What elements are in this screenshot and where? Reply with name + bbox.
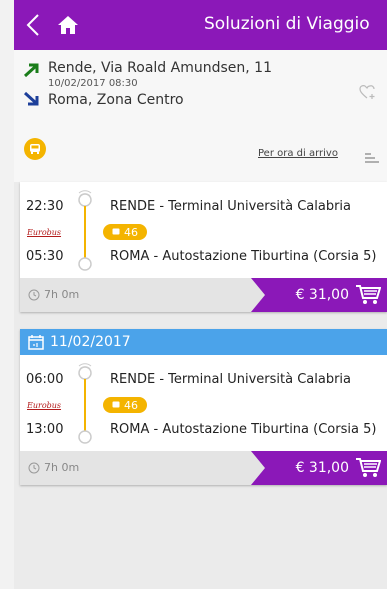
buy-button[interactable]: € 31,00 xyxy=(251,451,387,485)
duration: 7h 0m xyxy=(28,461,79,474)
clock-icon xyxy=(28,462,40,473)
sort-by-arrival-link[interactable]: Per ora di arrivo xyxy=(258,148,338,159)
bus-icon xyxy=(112,228,120,235)
trip-footer: 7h 0m € 31,00 xyxy=(20,451,387,485)
buy-button[interactable]: € 31,00 xyxy=(251,278,387,312)
back-button[interactable] xyxy=(18,0,48,50)
arrival-time: 05:30 xyxy=(26,249,64,264)
trip-segment: 22:30 RENDE - Terminal Università Calabr… xyxy=(20,182,387,278)
bus-filter-button[interactable] xyxy=(24,138,46,160)
favorite-add-icon[interactable] xyxy=(359,84,377,104)
destination-arrow-icon xyxy=(22,89,48,109)
departure-time: 06:00 xyxy=(26,372,64,387)
date-header: 11/02/2017 xyxy=(20,329,387,355)
trip-footer: 7h 0m € 31,00 xyxy=(20,278,387,312)
operator-logo: Eurobus xyxy=(27,228,62,237)
sort-lines-icon[interactable] xyxy=(365,148,379,167)
departure-time: 22:30 xyxy=(26,199,64,214)
trip-card[interactable]: 22:30 RENDE - Terminal Università Calabr… xyxy=(20,182,387,312)
clock-icon xyxy=(28,289,40,300)
chevron-left-icon xyxy=(26,14,39,36)
departure-place: RENDE - Terminal Università Calabria xyxy=(110,199,352,214)
calendar-icon xyxy=(28,334,44,350)
date-text: 11/02/2017 xyxy=(50,334,131,350)
trip-segment: 06:00 RENDE - Terminal Università Calabr… xyxy=(20,355,387,451)
home-icon xyxy=(58,16,78,34)
origin-row: Rende, Via Roald Amundsen, 11 10/02/2017… xyxy=(22,60,379,89)
arrival-time: 13:00 xyxy=(26,422,64,437)
home-button[interactable] xyxy=(52,0,84,50)
app-frame: Soluzioni di Viaggio Rende, Via Roald Am… xyxy=(14,0,387,589)
top-bar: Soluzioni di Viaggio xyxy=(14,0,387,50)
timeline-icon xyxy=(78,190,92,271)
duration: 7h 0m xyxy=(28,288,79,301)
line-badge: 46 xyxy=(103,224,147,240)
destination-address: Roma, Zona Centro xyxy=(48,92,184,108)
origin-arrow-icon xyxy=(22,60,48,80)
price-text: € 31,00 xyxy=(295,287,349,303)
line-badge: 46 xyxy=(103,397,147,413)
bus-icon xyxy=(112,401,120,408)
departure-place: RENDE - Terminal Università Calabria xyxy=(110,372,352,387)
arrival-place: ROMA - Autostazione Tiburtina (Corsia 5) xyxy=(110,422,377,437)
route-summary: Rende, Via Roald Amundsen, 11 10/02/2017… xyxy=(14,50,387,134)
duration-text: 7h 0m xyxy=(44,461,80,474)
duration-text: 7h 0m xyxy=(44,288,80,301)
sort-bar: Per ora di arrivo xyxy=(14,134,387,182)
arrival-place: ROMA - Autostazione Tiburtina (Corsia 5) xyxy=(110,249,377,264)
cart-icon xyxy=(356,285,381,304)
destination-row: Roma, Zona Centro xyxy=(22,89,379,109)
trip-card[interactable]: 11/02/2017 06:00 RENDE - Terminal Univer… xyxy=(20,329,387,485)
line-number: 46 xyxy=(124,225,138,239)
operator-logo: Eurobus xyxy=(27,401,62,410)
line-number: 46 xyxy=(124,398,138,412)
page-title: Soluzioni di Viaggio xyxy=(204,14,370,34)
departure-datetime: 10/02/2017 08:30 xyxy=(48,78,138,89)
bus-icon xyxy=(30,144,40,154)
cart-icon xyxy=(356,458,381,477)
price-text: € 31,00 xyxy=(295,460,349,476)
origin-address: Rende, Via Roald Amundsen, 11 xyxy=(48,60,272,76)
timeline-icon xyxy=(78,363,92,444)
